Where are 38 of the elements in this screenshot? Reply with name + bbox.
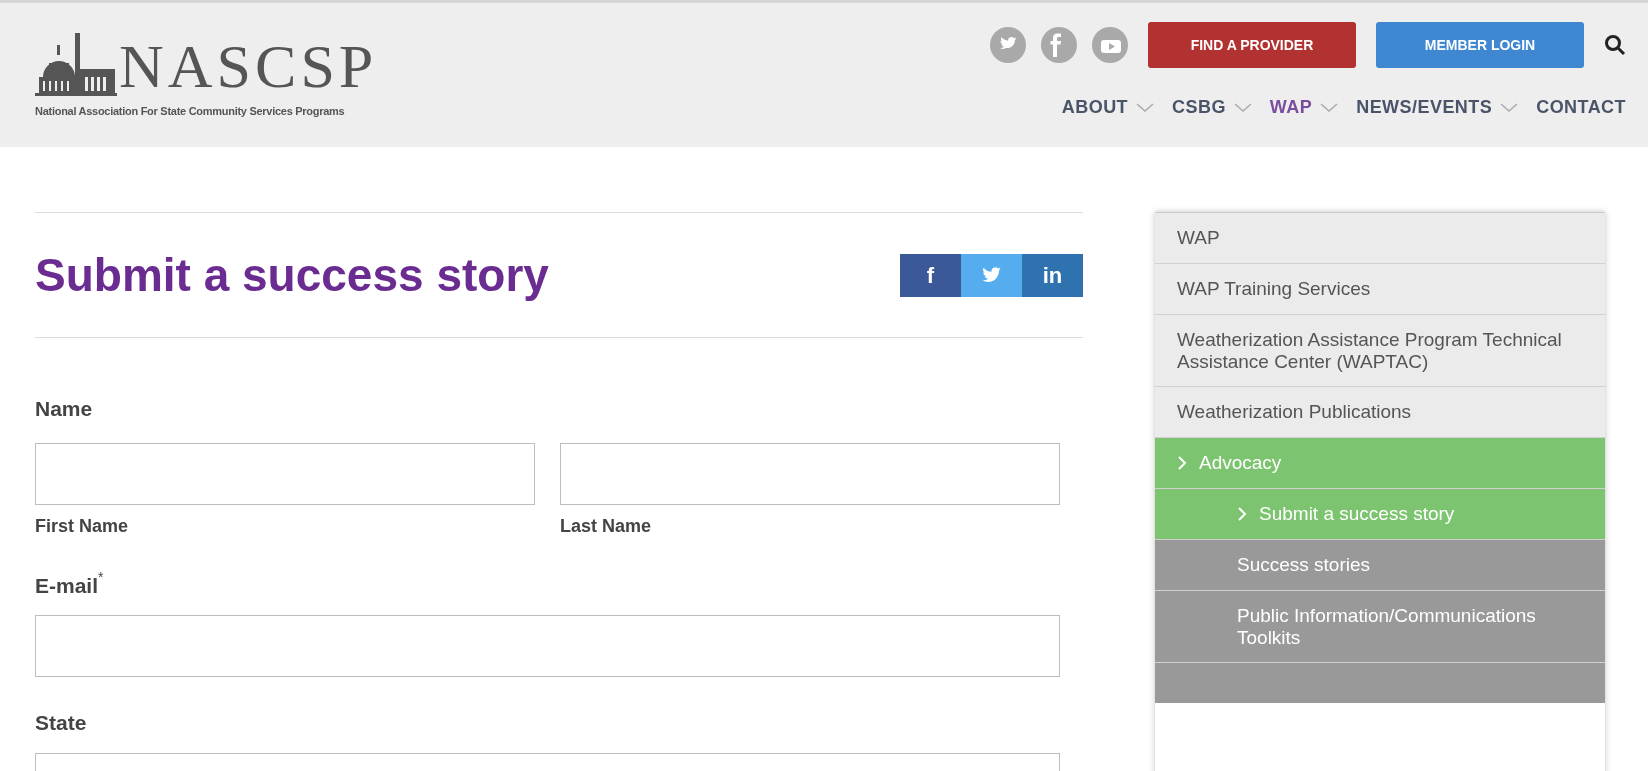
field-sublabel: Last Name <box>560 514 653 538</box>
sidebar-menu-item[interactable]: Weatherization Publications <box>1155 387 1605 439</box>
nav-link[interactable]: CSBG <box>1172 94 1252 121</box>
field-label: Name <box>35 396 93 422</box>
field-sublabel: First Name <box>35 514 130 538</box>
field-label: E-mail <box>35 573 99 599</box>
logo-wordmark[interactable]: NASCSP <box>119 35 378 97</box>
logo-tagline: National Association For State Community Services Programs <box>35 104 346 119</box>
name-field[interactable] <box>560 442 1060 505</box>
video-icon[interactable] <box>1092 27 1128 63</box>
page-title: Submit a success story <box>35 247 549 303</box>
field-label: State <box>35 710 87 736</box>
capitol-building-icon <box>35 31 117 97</box>
twitter-share-button[interactable] <box>961 253 1022 297</box>
header-button[interactable]: MEMBER LOGIN <box>1376 22 1584 68</box>
nav-link[interactable]: WAP <box>1269 94 1339 121</box>
sidebar-menu-item[interactable]: Weatherization Assistance Program Technical Assistance Center (WAPTAC) <box>1155 314 1605 388</box>
twitter-icon[interactable] <box>990 27 1026 63</box>
facebook-share-button[interactable]: f <box>900 253 961 297</box>
text-field[interactable] <box>35 615 1060 677</box>
facebook-icon[interactable] <box>1041 27 1077 63</box>
search-icon[interactable] <box>1604 34 1626 56</box>
chevron-down-icon <box>1320 102 1339 113</box>
chevron-down-icon <box>1500 102 1519 113</box>
sidebar-menu-item[interactable]: WAP Training Services <box>1155 263 1605 315</box>
required-mark: * <box>98 569 104 587</box>
header-button[interactable]: FIND A PROVIDER <box>1148 22 1356 68</box>
nav-link[interactable]: ABOUT <box>1061 94 1155 121</box>
nav-link[interactable]: CONTACT <box>1536 94 1626 121</box>
name-field[interactable] <box>35 442 535 505</box>
chevron-down-icon <box>1136 102 1155 113</box>
chevron-right-icon <box>1237 506 1247 522</box>
sidebar-menu-item[interactable]: WAP <box>1155 213 1605 264</box>
bird-icon <box>981 267 1002 283</box>
chevron-down-icon <box>1233 102 1252 113</box>
chevron-right-icon <box>1177 455 1187 472</box>
linkedin-share-button[interactable]: in <box>1022 253 1083 297</box>
nav-link[interactable]: NEWS/EVENTS <box>1356 94 1519 121</box>
